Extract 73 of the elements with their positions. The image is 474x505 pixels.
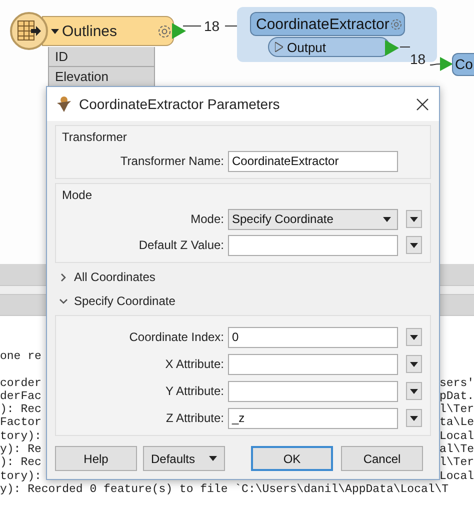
input-field[interactable]: 0	[228, 326, 398, 348]
log-text: sers'	[439, 376, 474, 390]
dialog-button[interactable]: OK	[251, 446, 333, 471]
attribute-item: Elevation	[48, 67, 155, 87]
log-text: Local	[439, 430, 474, 444]
group-title: Mode	[62, 188, 94, 204]
log-text: ): Rec	[0, 403, 42, 416]
caret-icon	[410, 416, 418, 420]
chevron-down-icon	[59, 296, 68, 306]
field-label: Transformer Name:	[119, 154, 224, 168]
gear-icon[interactable]	[156, 22, 173, 40]
log-text: y): Re	[0, 443, 42, 456]
attribute-item: ID	[48, 47, 155, 67]
log-text: pDat.	[439, 390, 474, 404]
link-line	[400, 45, 453, 72]
log-text: l\Ter	[439, 403, 474, 416]
dialog-button[interactable]: Defaults	[143, 446, 225, 471]
field-label: Coordinate Index:	[128, 330, 224, 344]
reader-node-icon[interactable]	[10, 12, 48, 50]
log-text: tory):	[0, 470, 42, 483]
input-field[interactable]	[228, 234, 398, 256]
output-port[interactable]: Output	[268, 37, 390, 57]
menu-button[interactable]	[406, 328, 422, 346]
transformer-node[interactable]: CoordinateExtractor	[250, 12, 405, 36]
section-toggle[interactable]: Specify Coordinate	[55, 291, 431, 311]
field-label: Mode:	[190, 212, 224, 226]
log-text: tory):	[0, 430, 42, 444]
caret-icon	[209, 456, 218, 461]
log-text: ): Rec	[0, 456, 42, 470]
menu-button[interactable]	[406, 210, 422, 228]
feature-count: 18	[204, 18, 220, 34]
menu-button[interactable]	[406, 355, 422, 373]
expand-icon	[51, 28, 59, 34]
field-label: X Attribute:	[164, 357, 224, 371]
field-label: Default Z Value:	[138, 238, 224, 252]
log-text: Local	[439, 470, 474, 483]
field-label: Z Attribute:	[164, 411, 224, 425]
caret-icon	[410, 362, 418, 366]
log-text: al\Te	[439, 443, 474, 456]
transformer-node[interactable]: Co	[452, 53, 474, 76]
chevron-right-icon	[59, 272, 68, 282]
feature-count: 18	[410, 51, 426, 67]
menu-button[interactable]	[406, 236, 422, 254]
input-field[interactable]	[228, 380, 398, 402]
log-text: one re	[0, 350, 42, 364]
input-field[interactable]: _z	[228, 408, 398, 428]
log-text: corder	[0, 376, 42, 390]
dialog-title: CoordinateExtractor Parameters	[79, 96, 281, 112]
close-icon[interactable]	[416, 98, 429, 110]
log-text: l\Ter	[439, 456, 474, 470]
caret-icon	[410, 334, 418, 340]
play-icon	[275, 42, 283, 52]
section-toggle[interactable]: All Coordinates	[55, 267, 431, 287]
port-icon[interactable]	[172, 23, 186, 39]
caret-icon	[410, 216, 418, 222]
menu-button[interactable]	[406, 409, 422, 427]
input-field[interactable]: CoordinateExtractor	[228, 150, 398, 172]
menu-button[interactable]	[406, 382, 422, 400]
log-text: Factor	[0, 416, 42, 430]
dialog-button[interactable]: Cancel	[341, 446, 423, 471]
input-field[interactable]	[228, 354, 398, 374]
log-text: y): Recorded 0 feature(s) to file `C:\Users\danil\AppData\Local\T	[0, 482, 449, 496]
caret-icon	[410, 388, 418, 394]
mode-select[interactable]: Specify Coordinate	[228, 208, 398, 230]
field-label: Y Attribute:	[164, 384, 224, 398]
group-title: Transformer	[62, 130, 128, 146]
app-icon	[55, 96, 73, 112]
caret-icon	[383, 216, 391, 222]
reader-node[interactable]: Outlines	[42, 16, 174, 46]
log-text: derFac	[0, 390, 42, 404]
dialog-button[interactable]: Help	[55, 446, 137, 471]
caret-icon	[410, 242, 418, 248]
log-text: ta\Le	[439, 416, 474, 430]
